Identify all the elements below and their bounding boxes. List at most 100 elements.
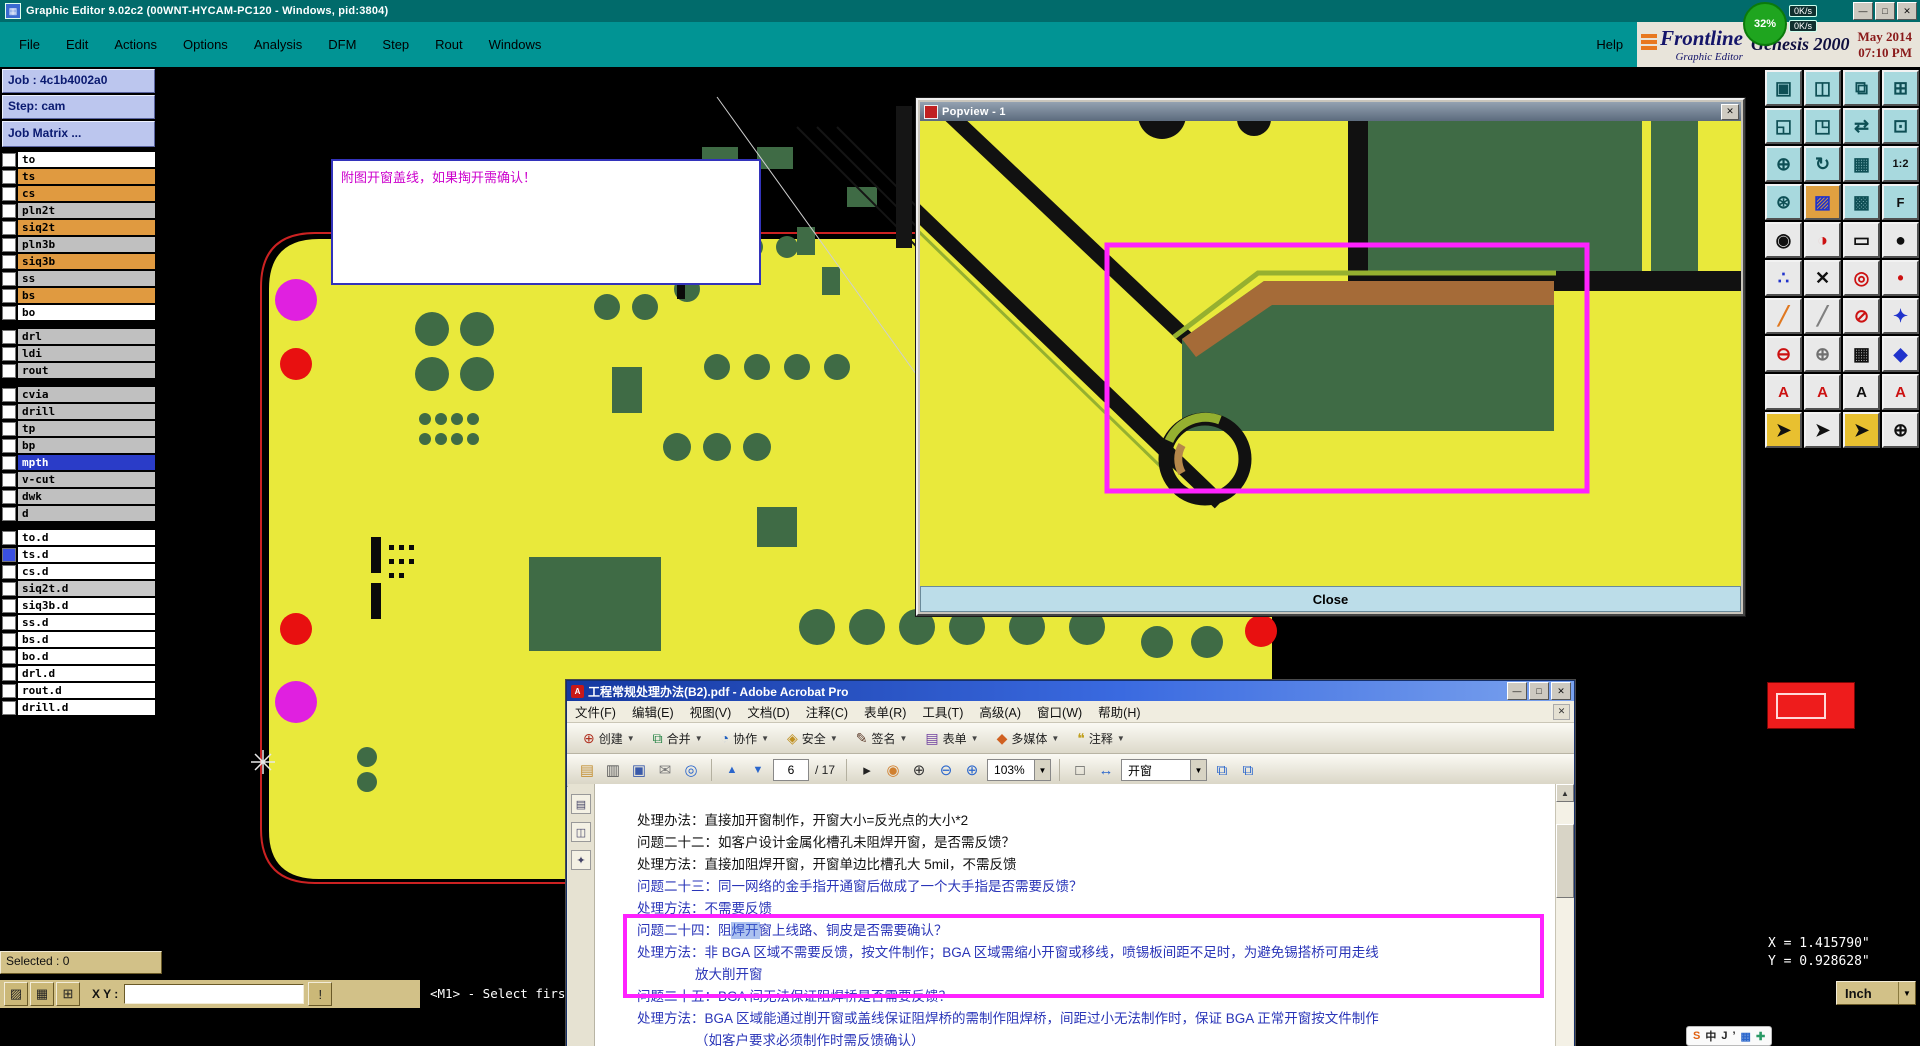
layer-label[interactable]: bo	[18, 305, 155, 320]
close-button[interactable]: ✕	[1897, 2, 1917, 20]
scale-ratio-tool[interactable]: 1:2	[1882, 146, 1919, 182]
marquee-zoom-icon[interactable]: ⊕	[907, 758, 931, 782]
acrobat-menu-item[interactable]: 高级(A)	[971, 702, 1029, 721]
open-folder-icon[interactable]: ▤	[575, 758, 599, 782]
layer-checkbox[interactable]	[2, 152, 16, 167]
cursor-white-tool[interactable]: ➤	[1804, 412, 1841, 448]
acrobat-restore-button[interactable]: □	[1529, 682, 1549, 700]
search-dropdown[interactable]: 开窗 ▼	[1121, 759, 1208, 781]
ime-keyboard-icon[interactable]: ▦	[1739, 1030, 1753, 1043]
acrobat-close-button[interactable]: ✕	[1551, 682, 1571, 700]
layer-checkbox[interactable]	[2, 387, 16, 402]
layer-label[interactable]: cs.d	[18, 564, 155, 579]
layer-checkbox[interactable]	[2, 288, 16, 303]
layer-label[interactable]: siq3b.d	[18, 598, 155, 613]
layer-checkbox[interactable]	[2, 186, 16, 201]
zoom-dropdown[interactable]: 103% ▼	[987, 759, 1052, 781]
layer-label[interactable]: ss	[18, 271, 155, 286]
layer-label[interactable]: v-cut	[18, 472, 155, 487]
layer-checkbox[interactable]	[2, 404, 16, 419]
layer-label[interactable]: tp	[18, 421, 155, 436]
grid-tool[interactable]: ▦	[1843, 146, 1880, 182]
hatch-tool[interactable]: ▦	[1843, 336, 1880, 372]
cursor-yellow-tool[interactable]: ➤	[1843, 412, 1880, 448]
layer-row[interactable]: to	[2, 152, 155, 167]
text-a-red2-tool[interactable]: A	[1804, 374, 1841, 410]
acrobat-task-button[interactable]: ◔ 协作 ▼	[713, 727, 777, 750]
layer-row[interactable]: bs.d	[2, 632, 155, 647]
layer-checkbox[interactable]	[2, 581, 16, 596]
layer-checkbox[interactable]	[2, 271, 16, 286]
acrobat-menu-item[interactable]: 文档(D)	[739, 702, 797, 721]
layer-row[interactable]: rout.d	[2, 683, 155, 698]
minimize-button[interactable]: —	[1853, 2, 1873, 20]
diamond-tool[interactable]: ◆	[1882, 336, 1919, 372]
popview-canvas[interactable]	[920, 121, 1741, 586]
star-tool[interactable]: ✦	[1882, 298, 1919, 334]
layer-label[interactable]: drl	[18, 329, 155, 344]
layer-row[interactable]: cvia	[2, 387, 155, 402]
layer-row[interactable]: cs.d	[2, 564, 155, 579]
layer-row[interactable]: pln2t	[2, 203, 155, 218]
find-next-icon[interactable]: ⧉	[1236, 758, 1260, 782]
layer-label[interactable]: cs	[18, 186, 155, 201]
layer-row[interactable]: to.d	[2, 530, 155, 545]
single-page-icon[interactable]: □	[1068, 758, 1092, 782]
layer-row[interactable]: bo.d	[2, 649, 155, 664]
fit-width-icon[interactable]: ↔	[1094, 758, 1118, 782]
layer-checkbox[interactable]	[2, 666, 16, 681]
zoom-extent-tool[interactable]: ◳	[1804, 108, 1841, 144]
layer-checkbox[interactable]	[2, 489, 16, 504]
previous-page-icon[interactable]: ▲	[720, 758, 744, 782]
layer-label[interactable]: bo.d	[18, 649, 155, 664]
zoom-corner-tool[interactable]: ◱	[1765, 108, 1802, 144]
layer-row[interactable]: rout	[2, 363, 155, 378]
monitor-tool[interactable]: ▣	[1765, 70, 1802, 106]
menu-item[interactable]: DFM	[315, 22, 369, 67]
layer-row[interactable]: ts.d	[2, 547, 155, 562]
email-icon[interactable]: ✉	[653, 758, 677, 782]
layer-label[interactable]: bs	[18, 288, 155, 303]
redraw-tool[interactable]: ⊕	[1765, 146, 1802, 182]
layer-checkbox[interactable]	[2, 363, 16, 378]
popview-close-icon[interactable]: ✕	[1721, 103, 1739, 120]
layer-checkbox[interactable]	[2, 615, 16, 630]
pdf-document-page[interactable]: 处理办法：直接加开窗制作，开窗大小=反光点的大小*2 问题二十二：如客户设计金属…	[595, 784, 1555, 1046]
menu-item[interactable]: Rout	[422, 22, 475, 67]
layer-label[interactable]: siq2t	[18, 220, 155, 235]
pad-tool[interactable]: ◉	[1765, 222, 1802, 258]
layer-label[interactable]: ldi	[18, 346, 155, 361]
measure-tool[interactable]: ╱	[1804, 298, 1841, 334]
save-icon[interactable]: ▣	[627, 758, 651, 782]
ring-tool[interactable]: ◎	[1843, 260, 1880, 296]
grid-snap-button[interactable]: ▦	[30, 982, 54, 1006]
layer-row[interactable]: siq2t.d	[2, 581, 155, 596]
slash-tool[interactable]: ╱	[1765, 298, 1802, 334]
layer-checkbox[interactable]	[2, 598, 16, 613]
menu-help[interactable]: Help	[1582, 37, 1637, 52]
menu-item[interactable]: File	[6, 22, 53, 67]
ime-mode-j[interactable]: J	[1719, 1030, 1729, 1042]
pages-panel-icon[interactable]: ▤	[571, 794, 591, 814]
layer-label[interactable]: ts.d	[18, 547, 155, 562]
layer-label[interactable]: bp	[18, 438, 155, 453]
select-tool-icon[interactable]: ▸	[855, 758, 879, 782]
acrobat-menu-item[interactable]: 窗口(W)	[1029, 702, 1090, 721]
acrobat-minimize-button[interactable]: —	[1507, 682, 1527, 700]
layer-row[interactable]: drill.d	[2, 700, 155, 715]
crosshair-tool[interactable]: ⊕	[1882, 412, 1919, 448]
ime-punctuation[interactable]: ’	[1730, 1030, 1737, 1042]
chevron-down-icon[interactable]: ▼	[1190, 760, 1207, 780]
layer-row[interactable]: drill	[2, 404, 155, 419]
layer-checkbox[interactable]	[2, 329, 16, 344]
layer-label[interactable]: mpth	[18, 455, 155, 470]
layer-checkbox[interactable]	[2, 564, 16, 579]
acrobat-menu-item[interactable]: 帮助(H)	[1090, 702, 1148, 721]
layer-label[interactable]: to	[18, 152, 155, 167]
swap-view-tool[interactable]: ⇄	[1843, 108, 1880, 144]
acrobat-titlebar[interactable]: A 工程常规处理办法(B2).pdf - Adobe Acrobat Pro —…	[567, 681, 1574, 701]
layer-label[interactable]: siq2t.d	[18, 581, 155, 596]
xy-coordinate-input[interactable]	[124, 984, 305, 1004]
layer-label[interactable]: ss.d	[18, 615, 155, 630]
layer-row[interactable]: bo	[2, 305, 155, 320]
